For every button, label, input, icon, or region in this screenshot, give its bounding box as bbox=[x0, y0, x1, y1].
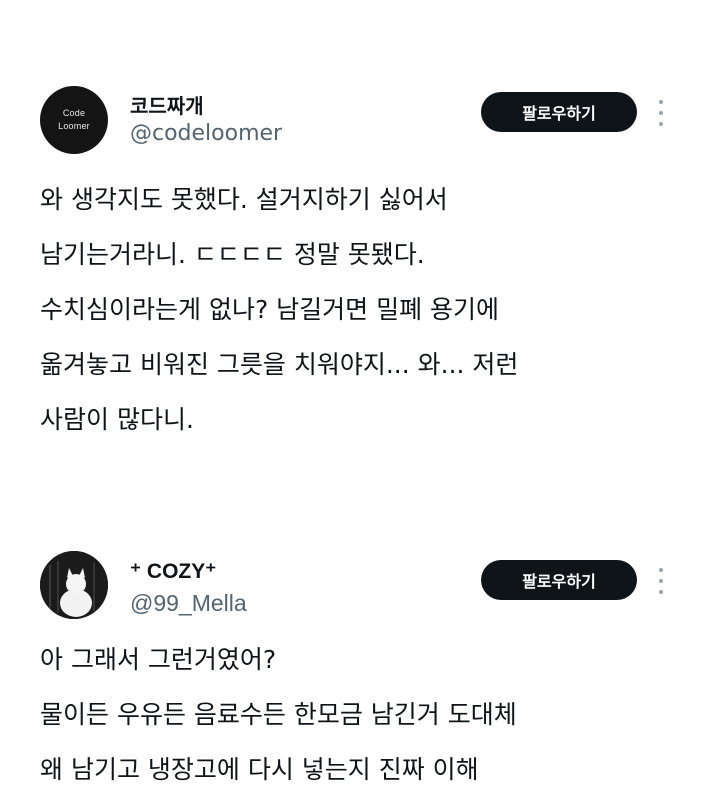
user-handle[interactable]: @99_Mella bbox=[130, 590, 247, 617]
post-text: 아 그래서 그런거였어? 물이든 우유든 음료수든 한모금 남긴거 도대체 왜 … bbox=[40, 645, 517, 784]
more-vertical-icon[interactable] bbox=[658, 568, 664, 594]
cat-avatar-icon bbox=[40, 551, 108, 619]
follow-button[interactable]: 팔로우하기 bbox=[481, 560, 637, 600]
post-2: ⁺ COZY⁺ @99_Mella 팔로우하기 아 그래서 그런거였어? 물이든… bbox=[0, 0, 714, 801]
avatar[interactable] bbox=[40, 551, 108, 619]
display-name[interactable]: ⁺ COZY⁺ bbox=[130, 559, 216, 584]
